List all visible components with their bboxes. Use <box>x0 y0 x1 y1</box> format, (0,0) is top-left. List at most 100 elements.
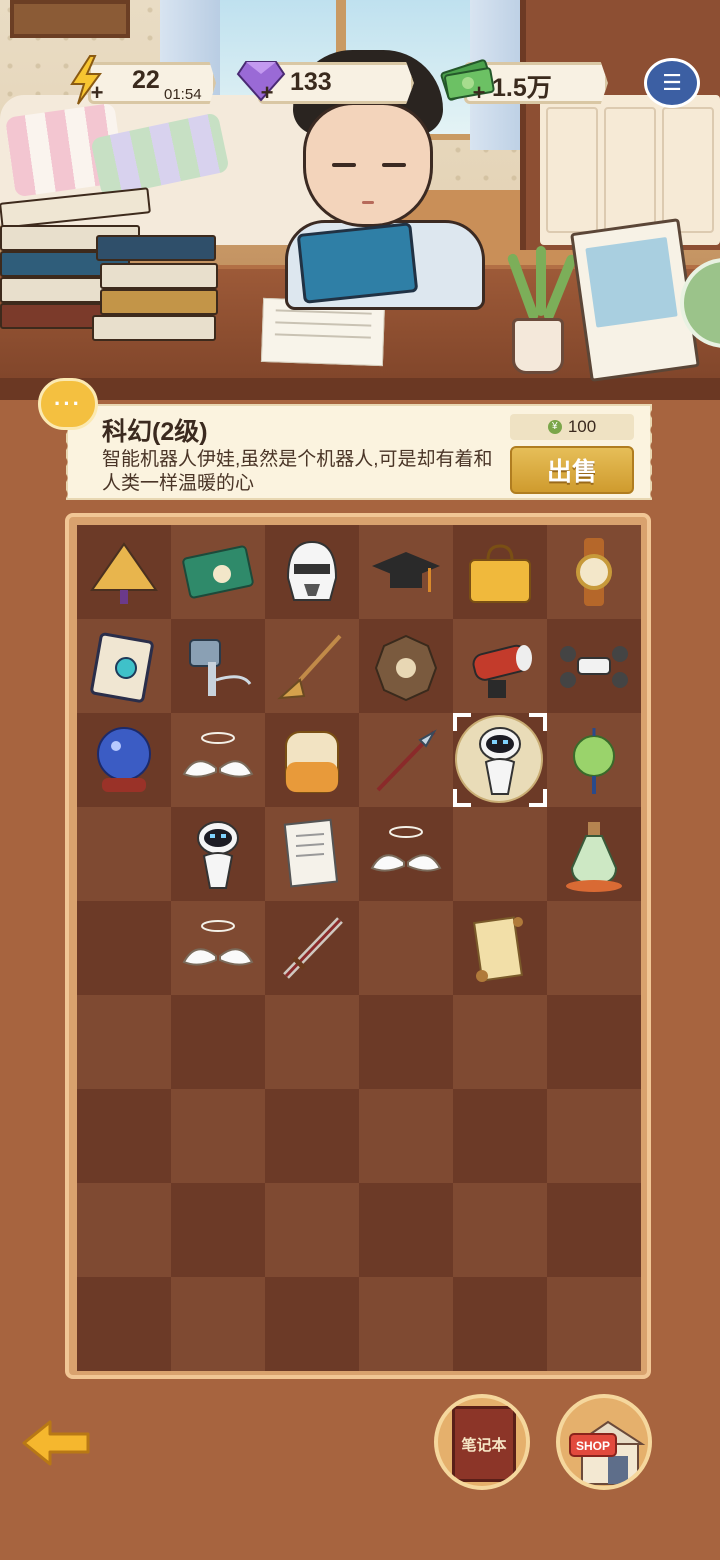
shop-icon: SHOP <box>569 1420 646 1485</box>
grid-cell[interactable] <box>265 807 359 901</box>
angel-wings-icon[interactable] <box>180 910 256 986</box>
grid-cell[interactable] <box>171 1089 265 1183</box>
cabinet <box>540 95 720 245</box>
grid-cell[interactable] <box>77 1089 171 1183</box>
bagua-mirror-icon[interactable] <box>368 628 444 704</box>
grid-cell[interactable] <box>547 619 641 713</box>
crystal-ball-icon[interactable] <box>86 722 162 798</box>
backpack-icon[interactable] <box>274 722 350 798</box>
grid-cell[interactable] <box>547 713 641 807</box>
grid-cell[interactable] <box>359 525 453 619</box>
inventory-board <box>65 513 651 1379</box>
desk-edge <box>0 378 720 400</box>
drone-icon[interactable] <box>556 628 632 704</box>
grid-cell[interactable] <box>77 807 171 901</box>
grid-cell[interactable] <box>171 525 265 619</box>
grid-cell[interactable] <box>359 901 453 995</box>
notebook-button[interactable]: 笔记本 <box>434 1394 530 1490</box>
banknote-icon[interactable] <box>180 534 256 610</box>
hammer-icon[interactable] <box>180 628 256 704</box>
grid-cell[interactable] <box>171 1277 265 1371</box>
grid-cell[interactable] <box>547 1183 641 1277</box>
item-description: 智能机器人伊娃,虽然是个机器人,可是却有着和人类一样温暖的心 <box>102 449 493 494</box>
grid-cell[interactable] <box>453 713 547 807</box>
grid-cell[interactable] <box>265 1089 359 1183</box>
grid-cell[interactable] <box>359 1183 453 1277</box>
grid-cell[interactable] <box>265 525 359 619</box>
grid-cell[interactable] <box>171 995 265 1089</box>
stormtrooper-helmet-icon[interactable] <box>274 534 350 610</box>
fan-icon[interactable] <box>86 534 162 610</box>
grid-cell[interactable] <box>171 713 265 807</box>
grid-cell[interactable] <box>77 619 171 713</box>
angel-wings-icon[interactable] <box>180 722 256 798</box>
notebook-icon: 笔记本 <box>452 1406 516 1482</box>
wristwatch-icon[interactable] <box>556 534 632 610</box>
grid-cell[interactable] <box>77 901 171 995</box>
grid-cell[interactable] <box>453 901 547 995</box>
item-price: ¥ 100 <box>510 414 634 440</box>
jade-pendant-icon[interactable] <box>556 722 632 798</box>
grid-cell[interactable] <box>547 1277 641 1371</box>
sell-button[interactable]: 出售 <box>510 446 634 494</box>
item-info-card: 科幻(2级) 智能机器人伊娃,虽然是个机器人,可是却有着和人类一样温暖的心 ¥ … <box>62 404 652 502</box>
notes-help-button[interactable]: ☰ <box>644 58 700 108</box>
grid-cell[interactable] <box>171 807 265 901</box>
grid-cell[interactable] <box>547 807 641 901</box>
grid-cell[interactable] <box>547 525 641 619</box>
grid-cell[interactable] <box>453 995 547 1089</box>
grid-cell[interactable] <box>359 1089 453 1183</box>
eve-robot-icon[interactable] <box>180 816 256 892</box>
shop-label: SHOP <box>576 1439 610 1453</box>
grid-cell[interactable] <box>359 619 453 713</box>
scroll-icon[interactable] <box>462 910 538 986</box>
grid-cell[interactable] <box>265 1183 359 1277</box>
grid-cell[interactable] <box>453 1277 547 1371</box>
spellbook-icon[interactable] <box>86 628 162 704</box>
exam-paper-icon[interactable] <box>274 816 350 892</box>
grid-cell[interactable] <box>453 1183 547 1277</box>
room-scene <box>0 0 720 400</box>
grid-cell[interactable] <box>453 525 547 619</box>
grid-cell[interactable] <box>77 1277 171 1371</box>
sword-icon[interactable] <box>274 910 350 986</box>
item-price-value: 100 <box>567 417 597 436</box>
notes-help-icon: ☰ <box>662 70 682 95</box>
grid-cell[interactable] <box>265 901 359 995</box>
shop-button[interactable]: SHOP <box>556 1394 652 1490</box>
grid-cell[interactable] <box>171 1183 265 1277</box>
cash-value: 1.5万 <box>492 74 552 102</box>
grid-cell[interactable] <box>547 1089 641 1183</box>
eve-robot-icon[interactable] <box>462 722 538 798</box>
grid-cell[interactable] <box>265 619 359 713</box>
grid-cell[interactable] <box>359 713 453 807</box>
grid-cell[interactable] <box>359 1277 453 1371</box>
grid-cell[interactable] <box>359 807 453 901</box>
grid-cell[interactable] <box>265 713 359 807</box>
grid-cell[interactable] <box>77 713 171 807</box>
grid-cell[interactable] <box>77 1183 171 1277</box>
potion-bottle-icon[interactable] <box>556 816 632 892</box>
briefcase-icon[interactable] <box>462 534 538 610</box>
book-in-hand <box>296 222 419 304</box>
grid-cell[interactable] <box>453 619 547 713</box>
grid-cell[interactable] <box>547 995 641 1089</box>
grid-cell[interactable] <box>453 807 547 901</box>
grid-cell[interactable] <box>171 619 265 713</box>
grid-cell[interactable] <box>171 901 265 995</box>
inventory-grid <box>77 525 641 1371</box>
broom-icon[interactable] <box>274 628 350 704</box>
spear-icon[interactable] <box>368 722 444 798</box>
back-arrow-icon[interactable] <box>22 1418 92 1468</box>
grid-cell[interactable] <box>547 901 641 995</box>
grid-cell[interactable] <box>453 1089 547 1183</box>
telescope-icon[interactable] <box>462 628 538 704</box>
graduation-cap-icon[interactable] <box>368 534 444 610</box>
angel-wings-icon[interactable] <box>368 816 444 892</box>
grid-cell[interactable] <box>265 995 359 1089</box>
grid-cell[interactable] <box>77 525 171 619</box>
grid-cell[interactable] <box>359 995 453 1089</box>
grid-cell[interactable] <box>265 1277 359 1371</box>
item-title: 科幻(2级) <box>102 418 208 446</box>
grid-cell[interactable] <box>77 995 171 1089</box>
